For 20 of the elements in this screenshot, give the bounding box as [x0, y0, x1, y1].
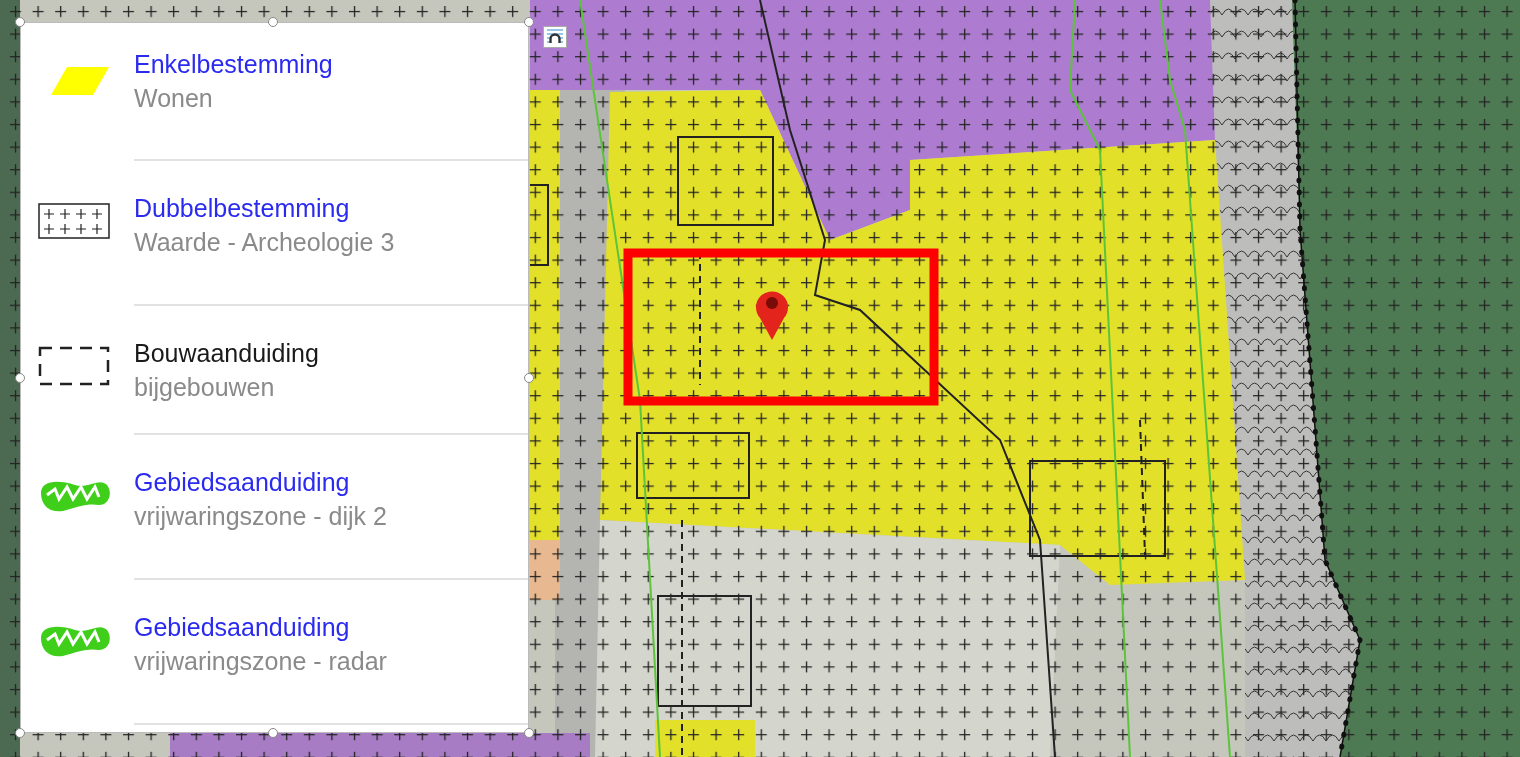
legend-title-link[interactable]: Gebiedsaanduiding	[134, 610, 387, 644]
selection-handle[interactable]	[15, 728, 25, 738]
legend-title-link[interactable]: Gebiedsaanduiding	[134, 465, 387, 499]
selection-handle[interactable]	[268, 17, 278, 27]
legend-title-link[interactable]: Dubbelbestemming	[134, 191, 395, 225]
selection-handle[interactable]	[524, 373, 534, 383]
legend-subtitle: vrijwaringszone - dijk 2	[134, 501, 387, 532]
legend-subtitle: Wonen	[134, 83, 214, 114]
legend-subtitle: Waarde - Archeologie 3	[134, 227, 395, 258]
selection-handle[interactable]	[524, 728, 534, 738]
legend-subtitle: bijgebouwen	[134, 372, 276, 403]
legend-title-link[interactable]: Enkelbestemming	[134, 47, 333, 81]
selection-handle[interactable]	[268, 728, 278, 738]
selection-handle[interactable]	[15, 373, 25, 383]
selection-handle[interactable]	[15, 17, 25, 27]
legend-subtitle: vrijwaringszone - radar	[134, 646, 387, 677]
legend-title: Bouwaanduiding	[134, 338, 319, 369]
location-pin-icon	[756, 291, 788, 340]
layout-options-icon[interactable]	[543, 26, 567, 48]
selection-handle[interactable]	[524, 17, 534, 27]
